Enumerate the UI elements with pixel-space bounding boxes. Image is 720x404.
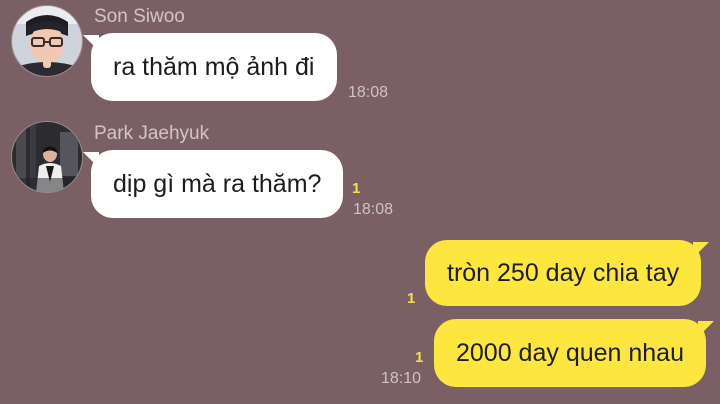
message-text: dịp gì mà ra thăm?	[113, 169, 322, 198]
unread-count: 1	[407, 290, 416, 307]
avatar-son-siwoo[interactable]	[11, 5, 83, 77]
avatar-park-jaehyuk[interactable]	[11, 121, 83, 193]
message-bubble[interactable]: dịp gì mà ra thăm?	[82, 150, 344, 218]
sender-name: Son Siwoo	[94, 6, 185, 27]
profile-photo-icon	[12, 6, 82, 76]
message-timestamp: 18:08	[353, 201, 394, 218]
message-text: ra thăm mộ ảnh đi	[113, 52, 315, 81]
unread-count: 1	[352, 180, 361, 197]
message-text: tròn 250 day chia tay	[447, 258, 680, 287]
sender-name: Park Jaehyuk	[94, 123, 210, 144]
message-bubble[interactable]: 2000 day quen nhau	[434, 319, 714, 387]
message-bubble[interactable]: ra thăm mộ ảnh đi	[83, 33, 337, 101]
unread-count: 1	[415, 349, 424, 366]
message-timestamp: 18:08	[348, 84, 389, 101]
profile-photo-icon	[12, 122, 82, 192]
message-bubble[interactable]: tròn 250 day chia tay	[425, 240, 710, 306]
message-text: 2000 day quen nhau	[456, 338, 684, 367]
message-timestamp: 18:10	[381, 370, 422, 387]
